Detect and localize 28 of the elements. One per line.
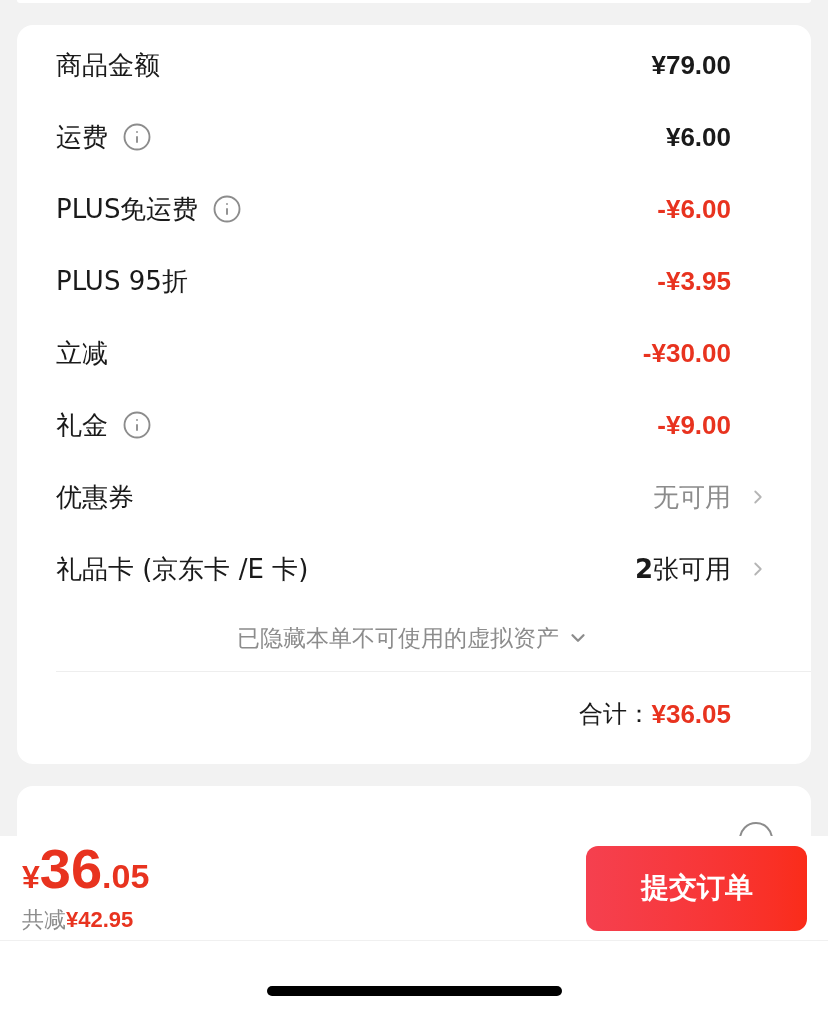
- row-label: 运费: [56, 120, 108, 154]
- row-label: 礼品卡 (京东卡 /E 卡): [56, 552, 309, 586]
- row-label: PLUS免运费: [56, 192, 199, 226]
- price-decimal: .05: [102, 858, 150, 893]
- row-value[interactable]: 2张可用: [634, 549, 731, 589]
- price-integer: 36: [39, 840, 103, 897]
- total-label: 合计：: [579, 699, 652, 730]
- row-value: -¥6.00: [657, 192, 731, 226]
- row-label: 商品金额: [56, 48, 160, 82]
- saved-label: 共减: [22, 905, 66, 934]
- row-value: -¥9.00: [657, 408, 731, 442]
- row-value: ¥6.00: [665, 120, 731, 154]
- info-icon[interactable]: [122, 122, 152, 152]
- price-currency: ¥: [22, 860, 40, 893]
- total-value: ¥36.05: [651, 697, 731, 731]
- info-icon[interactable]: [122, 410, 152, 440]
- submit-order-button[interactable]: 提交订单: [586, 845, 807, 931]
- info-icon[interactable]: [212, 194, 243, 224]
- row-label: 立减: [56, 336, 108, 370]
- row-value: ¥79.00: [651, 48, 731, 82]
- saved-value: ¥42.95: [66, 905, 134, 934]
- row-label: 礼金: [56, 408, 108, 442]
- row-label: 优惠券: [56, 480, 134, 514]
- row-value: -¥3.95: [657, 264, 731, 298]
- row-value[interactable]: 无可用: [653, 477, 731, 517]
- row-label: PLUS 95折: [56, 264, 188, 298]
- hidden-assets-toggle[interactable]: 已隐藏本单不可使用的虚拟资产: [236, 620, 589, 656]
- row-value: -¥30.00: [642, 336, 731, 370]
